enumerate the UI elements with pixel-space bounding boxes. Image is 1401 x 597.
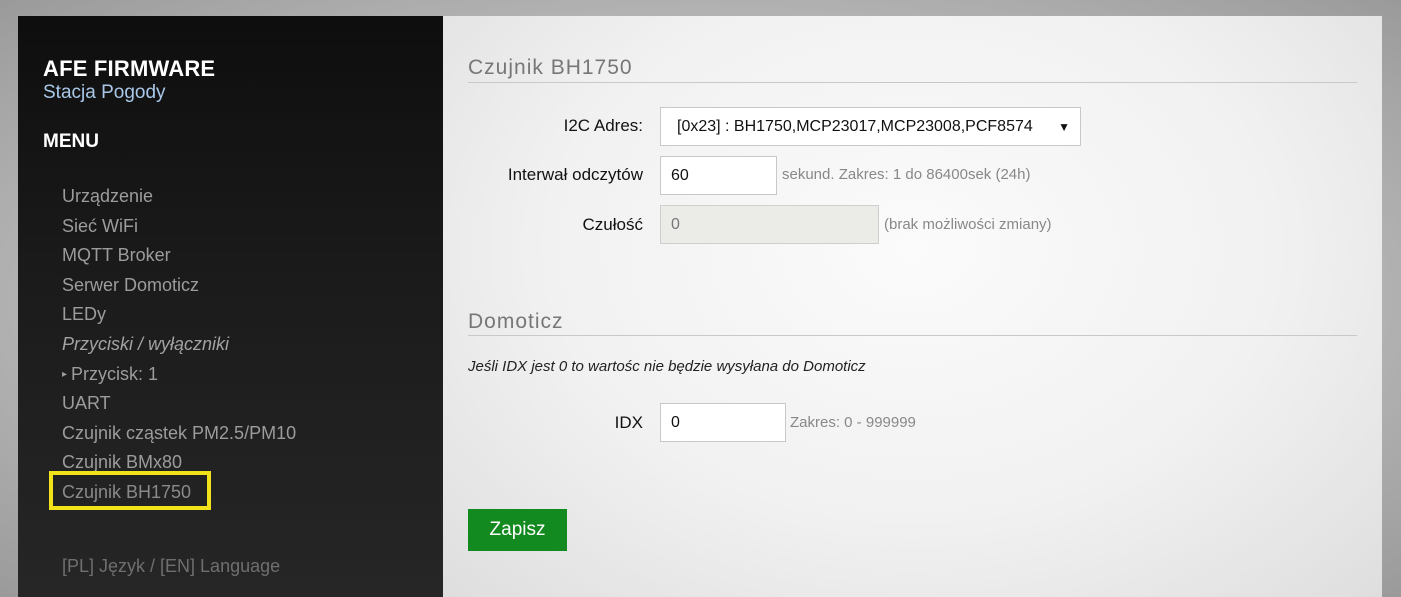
menu-item-leds[interactable]: LEDy bbox=[62, 302, 296, 332]
i2c-address-value: [0x23] : BH1750,MCP23017,MCP23008,PCF857… bbox=[677, 118, 1033, 135]
domoticz-section-divider bbox=[468, 335, 1357, 336]
menu-item-button-1-label: Przycisk: 1 bbox=[71, 363, 159, 384]
sensor-section-title: Czujnik BH1750 bbox=[468, 56, 633, 79]
sensitivity-input bbox=[660, 205, 879, 244]
brand-title: AFE FIRMWARE bbox=[43, 56, 216, 81]
dropdown-arrow-icon: ▼ bbox=[1058, 120, 1070, 134]
interval-hint: sekund. Zakres: 1 do 86400sek (24h) bbox=[782, 166, 1031, 183]
bullet-icon: ▸ bbox=[62, 368, 68, 380]
selection-highlight bbox=[49, 471, 211, 510]
menu-item-device[interactable]: Urządzenie bbox=[62, 184, 296, 214]
menu-title: MENU bbox=[43, 131, 99, 152]
interval-label: Interwał odczytów bbox=[507, 165, 643, 184]
sensitivity-label: Czułość bbox=[582, 215, 643, 234]
menu-item-pm-sensor[interactable]: Czujnik cząstek PM2.5/PM10 bbox=[62, 421, 296, 451]
brand-subtitle: Stacja Pogody bbox=[43, 82, 166, 103]
menu-item-button-1[interactable]: ▸ Przycisk: 1 bbox=[62, 362, 296, 392]
sensitivity-hint: (brak możliwości zmiany) bbox=[884, 216, 1052, 233]
menu-item-mqtt[interactable]: MQTT Broker bbox=[62, 243, 296, 273]
interval-input[interactable] bbox=[660, 156, 777, 195]
i2c-address-label: I2C Adres: bbox=[563, 116, 643, 135]
screen-frame: AFE FIRMWARE Stacja Pogody MENU Urządzen… bbox=[0, 0, 1401, 597]
idx-input[interactable] bbox=[660, 403, 786, 442]
i2c-address-select[interactable]: [0x23] : BH1750,MCP23017,MCP23008,PCF857… bbox=[660, 107, 1081, 146]
main-content: Czujnik BH1750 I2C Adres: [0x23] : BH175… bbox=[443, 16, 1382, 597]
menu-item-uart[interactable]: UART bbox=[62, 391, 296, 421]
menu-item-wifi[interactable]: Sieć WiFi bbox=[62, 214, 296, 244]
idx-note: Jeśli IDX jest 0 to wartośc nie będzie w… bbox=[468, 358, 866, 375]
idx-hint: Zakres: 0 - 999999 bbox=[790, 414, 916, 431]
sensor-section-divider bbox=[468, 82, 1357, 83]
menu-section-buttons: Przyciski / wyłączniki bbox=[62, 333, 230, 354]
language-link[interactable]: [PL] Język / [EN] Language bbox=[62, 556, 280, 577]
domoticz-section-title: Domoticz bbox=[468, 310, 564, 333]
save-button[interactable]: Zapisz bbox=[468, 509, 567, 551]
idx-label: IDX bbox=[614, 413, 643, 432]
menu-item-domoticz-server[interactable]: Serwer Domoticz bbox=[62, 273, 296, 303]
sidebar: AFE FIRMWARE Stacja Pogody MENU Urządzen… bbox=[18, 16, 443, 597]
menu-list: Urządzenie Sieć WiFi MQTT Broker Serwer … bbox=[62, 184, 296, 510]
